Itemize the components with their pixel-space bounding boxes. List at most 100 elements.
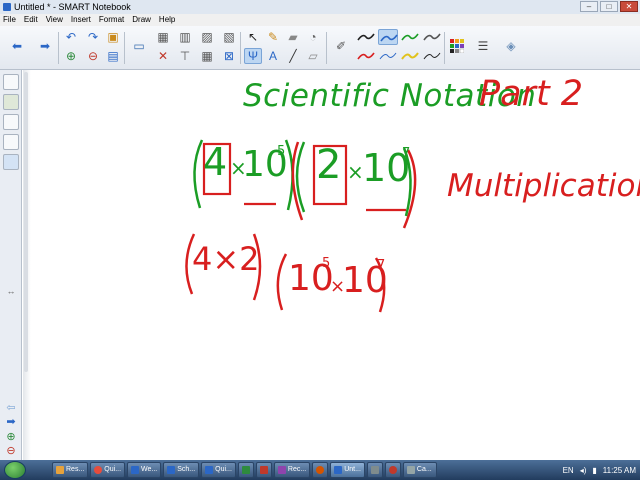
fill-icon[interactable]: ◔ xyxy=(304,29,322,45)
pen-style-blue-thin[interactable] xyxy=(378,48,398,64)
smart-notebook-app-icon xyxy=(3,3,11,11)
gallery-tab[interactable] xyxy=(3,94,19,110)
text-icon[interactable]: A xyxy=(264,48,282,64)
menu-draw[interactable]: Draw xyxy=(132,14,151,26)
menu-insert[interactable]: Insert xyxy=(71,14,91,26)
network-icon[interactable]: ▮ xyxy=(592,466,596,475)
vertical-scrollbar[interactable] xyxy=(24,72,28,372)
back-arrow-icon[interactable]: ⬅ xyxy=(8,38,26,54)
line-style-icon[interactable]: ☰ xyxy=(474,38,492,54)
clock[interactable]: 11:25 AM xyxy=(603,466,636,475)
taskbar-item-word-2[interactable]: Sch... xyxy=(163,462,200,478)
resize-handle-icon[interactable]: ↔ xyxy=(4,285,18,297)
pen-style-blue[interactable] xyxy=(378,29,398,45)
main-toolbar: ⬅ ➡ ↶ ↷ ▣ ⊕ ⊖ ▤ ▭ ▦ ▥ ▨ ▧ ✕ ⊤ ▦ ⊠ ↖ ✎ ▰ … xyxy=(0,26,640,70)
properties-tab[interactable] xyxy=(3,134,19,150)
taskbar-item-chrome[interactable]: Qui... xyxy=(90,462,126,478)
system-tray: EN ◂) ▮ 11:25 AM xyxy=(563,462,636,478)
taskbar-item-app-3[interactable] xyxy=(312,462,329,478)
taskbar-item-word-1[interactable]: We... xyxy=(127,462,162,478)
taskbar-item-app-1[interactable] xyxy=(237,462,254,478)
close-button[interactable]: ✕ xyxy=(620,1,638,12)
pen-style-gray[interactable] xyxy=(422,29,442,45)
page-sorter-tab[interactable] xyxy=(3,74,19,90)
delete-page-icon[interactable]: ⊖ xyxy=(84,48,102,64)
multiplication-label: Multiplication xyxy=(447,168,640,204)
taskbar-item-recorder[interactable]: Rec... xyxy=(273,462,311,478)
taskbar-item-app-5[interactable] xyxy=(384,462,401,478)
menu-file[interactable]: File xyxy=(3,14,16,26)
taskbar-item-notebook[interactable]: Unt... xyxy=(330,462,365,478)
remove-icon[interactable]: ⊖ xyxy=(4,445,18,457)
title-part-2: Part 2 xyxy=(479,74,584,114)
dual-page-icon[interactable]: ▧ xyxy=(220,29,238,45)
add-page-icon[interactable]: ⊕ xyxy=(62,48,80,64)
addons-tab[interactable] xyxy=(3,154,19,170)
taskbar-item-calculator[interactable]: Ca... xyxy=(402,462,437,478)
scroll-up-arrow-icon[interactable]: ⇦ xyxy=(4,402,18,414)
app-icon xyxy=(241,466,250,474)
capture-icon[interactable]: ▥ xyxy=(176,29,194,45)
pen-style-green[interactable] xyxy=(400,29,420,45)
undo-icon[interactable]: ↶ xyxy=(62,29,80,45)
add-icon[interactable]: ⊕ xyxy=(4,431,18,443)
minimize-button[interactable]: – xyxy=(580,1,598,12)
table-icon[interactable]: ▦ xyxy=(198,48,216,64)
window-title: Untitled * - SMART Notebook xyxy=(14,2,131,12)
eraser-icon[interactable]: ▰ xyxy=(284,29,302,45)
document-camera-icon[interactable]: ▦ xyxy=(154,29,172,45)
exponent-7-red: 7 xyxy=(377,258,386,273)
properties-icon[interactable]: ◈ xyxy=(502,38,520,54)
window-controls: – □ ✕ xyxy=(580,1,638,12)
windows-taskbar: Res... Qui... We... Sch... Qui... Rec...… xyxy=(0,460,640,480)
word-icon xyxy=(205,466,214,474)
taskbar-items: Res... Qui... We... Sch... Qui... Rec...… xyxy=(52,462,437,478)
cancel-icon[interactable]: ✕ xyxy=(154,48,172,64)
pen-style-red[interactable] xyxy=(356,48,376,64)
taskbar-item-res[interactable]: Res... xyxy=(52,462,89,478)
start-button[interactable] xyxy=(4,461,26,479)
line-icon[interactable]: ╱ xyxy=(284,48,302,64)
full-screen-icon[interactable]: ▨ xyxy=(198,29,216,45)
maximize-button[interactable]: □ xyxy=(600,1,618,12)
title-bar: Untitled * - SMART Notebook – □ ✕ xyxy=(0,0,640,14)
attachments-tab[interactable] xyxy=(3,114,19,130)
highlighter-icon[interactable]: ✐ xyxy=(332,38,350,54)
app-icon xyxy=(259,466,268,474)
pen-style-black[interactable] xyxy=(356,29,376,45)
app-icon xyxy=(370,466,379,474)
word-icon xyxy=(167,466,176,474)
folder-icon xyxy=(56,466,64,474)
exponent-5-red: 5 xyxy=(322,256,331,271)
save-icon[interactable]: ▤ xyxy=(104,48,122,64)
select-icon[interactable]: ↖ xyxy=(244,29,262,45)
screen-shade-icon[interactable]: ▭ xyxy=(130,38,148,54)
menu-format[interactable]: Format xyxy=(99,14,124,26)
color-palette-icon[interactable] xyxy=(448,38,466,54)
language-indicator[interactable]: EN xyxy=(563,466,574,475)
close-page-icon[interactable]: ⊠ xyxy=(220,48,238,64)
taskbar-item-word-3[interactable]: Qui... xyxy=(201,462,236,478)
redo-icon[interactable]: ↷ xyxy=(84,29,102,45)
pen-icon[interactable]: ✎ xyxy=(264,29,282,45)
forward-arrow-icon[interactable]: ➡ xyxy=(36,38,54,54)
menu-view[interactable]: View xyxy=(46,14,63,26)
magic-pen-icon[interactable]: ▱ xyxy=(304,48,322,64)
exponent-5: 5 xyxy=(277,144,286,159)
taskbar-item-app-4[interactable] xyxy=(366,462,383,478)
volume-icon[interactable]: ◂) xyxy=(580,466,587,475)
menu-edit[interactable]: Edit xyxy=(24,14,38,26)
calculator-icon xyxy=(406,466,415,474)
pen-style-black-thin[interactable] xyxy=(422,48,442,64)
pen-style-yellow[interactable] xyxy=(400,48,420,64)
recorder-icon xyxy=(277,466,286,474)
move-arrow-icon[interactable]: ➡ xyxy=(4,416,18,428)
taskbar-item-app-2[interactable] xyxy=(255,462,272,478)
show-hide-icon[interactable]: ⊤ xyxy=(176,48,194,64)
word-icon xyxy=(131,466,140,474)
chrome-icon xyxy=(94,466,103,474)
open-icon[interactable]: ▣ xyxy=(104,29,122,45)
toolbar-divider xyxy=(444,32,445,64)
menu-help[interactable]: Help xyxy=(159,14,175,26)
creative-pen-icon[interactable]: Ψ xyxy=(244,48,262,64)
